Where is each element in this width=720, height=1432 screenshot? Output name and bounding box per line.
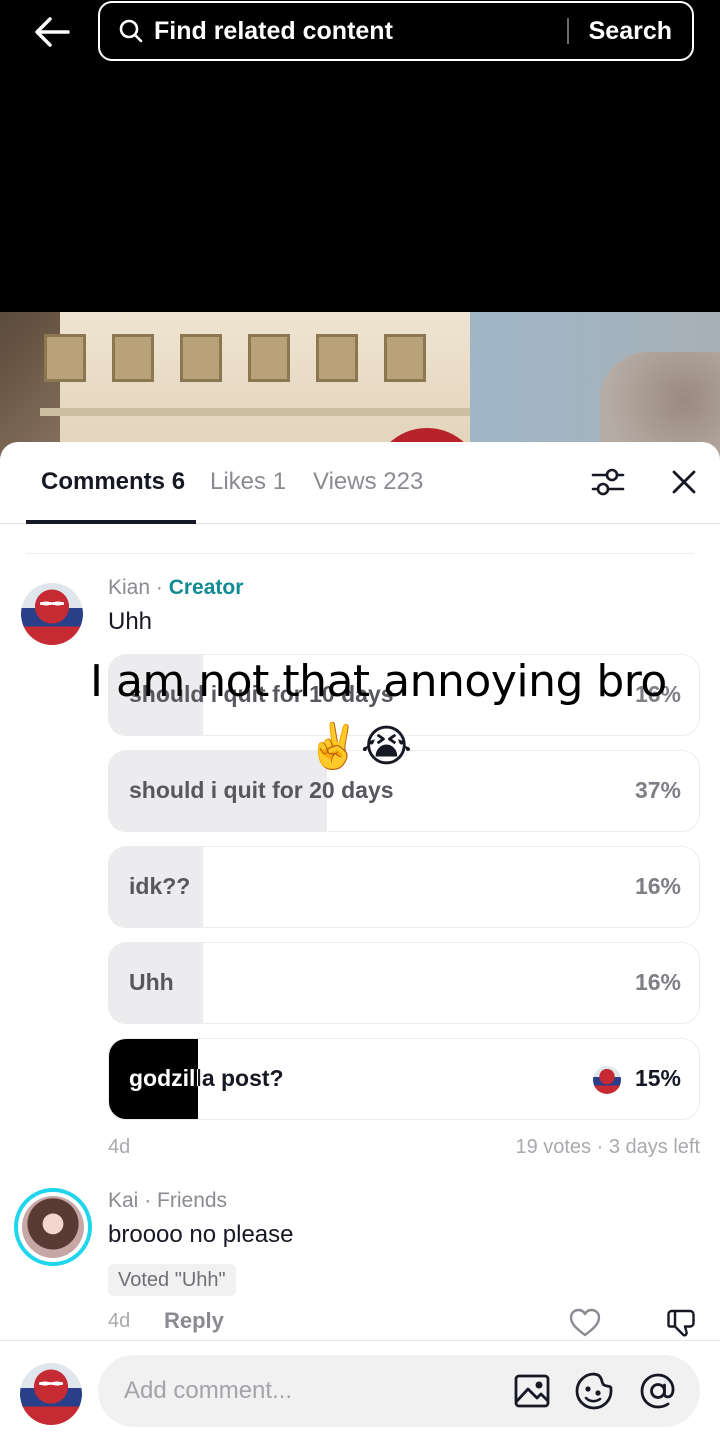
avatar[interactable] bbox=[21, 583, 83, 645]
search-bar[interactable]: Find related content Search bbox=[98, 1, 694, 61]
poll-fill-label-clip: godzilla post? bbox=[109, 1039, 198, 1119]
sheet-tabs: Comments 6 Likes 1 Views 223 bbox=[0, 442, 720, 524]
image-icon bbox=[514, 1374, 550, 1408]
thumbs-down-icon bbox=[667, 1309, 695, 1337]
dislike-button[interactable] bbox=[664, 1306, 698, 1340]
emoji-icon bbox=[575, 1372, 613, 1410]
author-name[interactable]: Kian bbox=[108, 576, 150, 599]
input-placeholder: Add comment... bbox=[124, 1377, 293, 1404]
avatar-story-ring[interactable] bbox=[14, 1188, 92, 1266]
comment-text: broooo no please bbox=[108, 1221, 294, 1248]
close-icon bbox=[672, 470, 696, 494]
divider bbox=[26, 553, 694, 554]
voted-badge: Voted "Uhh" bbox=[108, 1264, 236, 1296]
tab-likes[interactable]: Likes 1 bbox=[210, 468, 286, 496]
reply-button[interactable]: Reply bbox=[164, 1308, 224, 1334]
arrow-left-icon bbox=[35, 17, 70, 47]
top-bar: Find related content Search bbox=[0, 0, 720, 72]
poll-option[interactable]: idk?? 16% bbox=[108, 846, 700, 928]
relation-badge: Friends bbox=[157, 1189, 228, 1212]
poll-option-percent: 37% bbox=[634, 777, 681, 803]
like-button[interactable] bbox=[568, 1306, 602, 1340]
filter-button[interactable] bbox=[588, 462, 628, 502]
poll-option-percent: 16% bbox=[634, 969, 681, 995]
active-tab-indicator bbox=[26, 520, 196, 524]
poll-option-label-inverse: godzilla post? bbox=[129, 1065, 198, 1091]
creator-badge: Creator bbox=[168, 576, 244, 599]
poll-option-selected[interactable]: godzilla post? godzilla post? 15% bbox=[108, 1038, 700, 1120]
comment-text: Uhh bbox=[108, 608, 153, 635]
poll-option-label: should i quit for 20 days bbox=[129, 777, 394, 803]
poll-summary: 19 votes · 3 days left bbox=[515, 1136, 700, 1158]
current-user-avatar bbox=[20, 1363, 82, 1425]
search-button[interactable]: Search bbox=[589, 17, 672, 46]
search-divider bbox=[566, 18, 569, 44]
comment-age: 4d bbox=[108, 1136, 131, 1158]
search-input[interactable]: Find related content bbox=[154, 17, 567, 46]
heart-icon bbox=[569, 1308, 601, 1337]
avatar bbox=[22, 1196, 84, 1258]
image-button[interactable] bbox=[512, 1371, 552, 1411]
at-sign-icon bbox=[640, 1373, 675, 1409]
sticker-button[interactable] bbox=[574, 1371, 614, 1411]
close-button[interactable] bbox=[664, 462, 704, 502]
poll-option-label: idk?? bbox=[129, 873, 191, 899]
voter-avatar bbox=[593, 1066, 621, 1094]
sliders-icon bbox=[591, 468, 625, 496]
poll-option-percent: 16% bbox=[634, 873, 681, 899]
back-button[interactable] bbox=[28, 10, 76, 54]
video-caption-overlay: I am not that annoying bro bbox=[90, 656, 667, 707]
comment-author[interactable]: Kian · Creator bbox=[108, 576, 243, 600]
add-comment-input[interactable]: Add comment... bbox=[98, 1355, 700, 1427]
tab-views[interactable]: Views 223 bbox=[313, 468, 423, 496]
tab-comments[interactable]: Comments 6 bbox=[41, 468, 185, 496]
caption-emoji: ✌️😭 bbox=[306, 722, 413, 771]
poll-option-percent: 15% bbox=[634, 1065, 681, 1091]
poll-option-label: Uhh bbox=[129, 969, 174, 995]
mention-button[interactable] bbox=[638, 1371, 678, 1411]
comment-author[interactable]: Kai · Friends bbox=[108, 1189, 227, 1213]
comment-input-bar: Add comment... bbox=[0, 1340, 720, 1432]
poll-option[interactable]: Uhh 16% bbox=[108, 942, 700, 1024]
search-icon bbox=[118, 17, 146, 45]
author-name[interactable]: Kai bbox=[108, 1189, 138, 1212]
comment-age: 4d bbox=[108, 1310, 131, 1332]
